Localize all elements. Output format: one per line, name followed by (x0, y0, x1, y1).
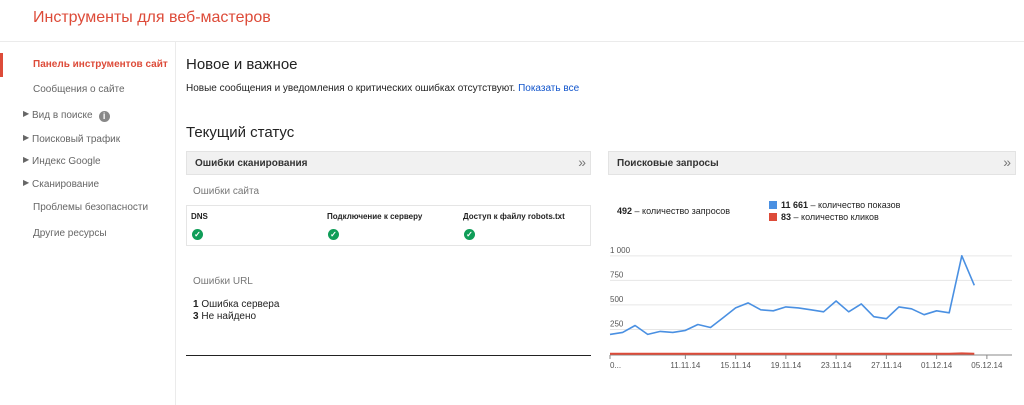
y-tick-label: 250 (610, 319, 624, 328)
x-tick-label: 23.11.14 (821, 361, 852, 370)
top-bar: Инструменты для веб-мастеров (0, 0, 1024, 42)
y-tick-label: 500 (610, 295, 624, 304)
queries-count-value: 492 (617, 206, 633, 216)
check-circle-icon: ✓ (328, 229, 339, 240)
x-tick-label: 27.11.14 (871, 361, 902, 370)
sidebar-item-google-index[interactable]: ▶ Индекс Google (0, 153, 175, 173)
y-axis-ticks: 1 000 750 500 250 (610, 246, 631, 329)
double-chevron-right-icon[interactable]: » (1003, 154, 1011, 170)
url-errors-label: Ошибки URL (193, 276, 253, 287)
x-tick-label: 05.12.14 (971, 361, 1003, 370)
sidebar-item-label: Сканирование (32, 179, 100, 190)
x-tick-label: 11.11.14 (670, 361, 701, 370)
sidebar-item-security-issues[interactable]: Проблемы безопасности (0, 199, 175, 219)
info-icon[interactable]: i (98, 111, 110, 122)
legend-label: – количество показов (810, 200, 901, 210)
sidebar-item-search-traffic[interactable]: ▶ Поисковый трафик (0, 131, 175, 151)
x-axis-ticks: 0... 11.11.14 15.11.14 19.11.14 23.11.14 27.1… (609, 355, 1003, 370)
sidebar-item-label: Индекс Google (32, 156, 101, 167)
x-tick-label: 01.12.14 (921, 361, 953, 370)
check-circle-icon: ✓ (192, 229, 203, 240)
sidebar-item-other-resources[interactable]: Другие ресурсы (0, 225, 175, 245)
show-all-link[interactable]: Показать все (518, 83, 579, 94)
series-line (609, 255, 976, 336)
sidebar-item-label: Сообщения о сайте (33, 84, 125, 95)
check-circle-icon: ✓ (464, 229, 475, 240)
sidebar-item-label: Другие ресурсы (33, 228, 107, 239)
crawl-errors-header[interactable]: Ошибки сканирования » (186, 151, 591, 175)
x-tick-label: 19.11.14 (771, 361, 802, 370)
sidebar-item-label: Проблемы безопасности (33, 202, 149, 213)
column-header: DNS (191, 212, 208, 221)
legend-item-impressions: 11 661 – количество показов (769, 199, 900, 211)
error-count: 3 (193, 311, 199, 322)
dns-cell[interactable]: DNS ✓ (187, 206, 322, 245)
site-errors-table: DNS ✓ Подключение к серверу ✓ Доступ к ф… (186, 205, 591, 246)
sidebar: Панель инструментов сайт Сообщения о сай… (0, 42, 176, 405)
app-title[interactable]: Инструменты для веб-мастеров (33, 9, 271, 27)
divider (186, 355, 591, 356)
sidebar-item-site-messages[interactable]: Сообщения о сайте (0, 81, 175, 101)
sidebar-item-dashboard[interactable]: Панель инструментов сайт (0, 53, 175, 77)
chart-grid (610, 255, 1012, 356)
news-heading: Новое и важное (186, 56, 298, 73)
triangle-right-icon: ▶ (23, 178, 30, 187)
news-message: Новые сообщения и уведомления о критичес… (186, 83, 516, 94)
search-queries-header[interactable]: Поисковые запросы » (608, 151, 1016, 175)
site-errors-label: Ошибки сайта (193, 186, 260, 197)
error-label: Ошибка сервера (201, 299, 280, 310)
column-header: Подключение к серверу (327, 212, 423, 221)
legend-label: – количество кликов (793, 212, 879, 222)
queries-count: 492 – количество запросов (617, 206, 730, 216)
legend-value: 83 (781, 212, 792, 222)
legend-swatch (769, 201, 777, 209)
sidebar-item-label: Панель инструментов сайт (33, 59, 168, 70)
legend-item-clicks: 83 – количество кликов (769, 211, 900, 223)
current-status-heading: Текущий статус (186, 124, 295, 141)
error-count: 1 (193, 299, 199, 310)
sidebar-item-label-wrap: Вид в поиске i (32, 110, 110, 122)
legend-value: 11 661 (781, 200, 809, 210)
sidebar-item-label: Поисковый трафик (32, 134, 121, 145)
error-label: Не найдено (201, 311, 257, 322)
x-tick-label: 15.11.14 (720, 361, 751, 370)
sidebar-item-search-appearance[interactable]: ▶ Вид в поиске i (0, 107, 175, 127)
y-tick-label: 1 000 (610, 246, 631, 255)
url-errors-list: 1 Ошибка сервера 3 Не найдено (193, 299, 279, 323)
list-item[interactable]: 3 Не найдено (193, 311, 279, 323)
legend-swatch (769, 213, 777, 221)
chart-legend: 11 661 – количество показов 83 – количес… (769, 199, 900, 223)
triangle-right-icon: ▶ (23, 109, 30, 118)
double-chevron-right-icon[interactable]: » (578, 154, 586, 170)
column-header: Доступ к файлу robots.txt (463, 212, 565, 221)
search-queries-chart[interactable]: 1 000 750 500 250 0... 11.11.14 15.11.14 19.11… (606, 244, 1018, 374)
sidebar-item-crawl[interactable]: ▶ Сканирование (0, 176, 175, 196)
y-tick-label: 750 (610, 270, 624, 279)
crawl-errors-title: Ошибки сканирования (195, 158, 308, 169)
triangle-right-icon: ▶ (23, 155, 30, 164)
search-queries-title: Поисковые запросы (617, 158, 719, 169)
robots-access-cell[interactable]: Доступ к файлу robots.txt ✓ (459, 206, 591, 245)
x-tick-label: 0... (610, 361, 621, 370)
sidebar-item-label: Вид в поиске (32, 110, 93, 121)
news-text: Новые сообщения и уведомления о критичес… (186, 83, 579, 94)
server-connectivity-cell[interactable]: Подключение к серверу ✓ (323, 206, 458, 245)
list-item[interactable]: 1 Ошибка сервера (193, 299, 279, 311)
queries-count-label: – количество запросов (634, 206, 731, 216)
triangle-right-icon: ▶ (23, 133, 30, 142)
